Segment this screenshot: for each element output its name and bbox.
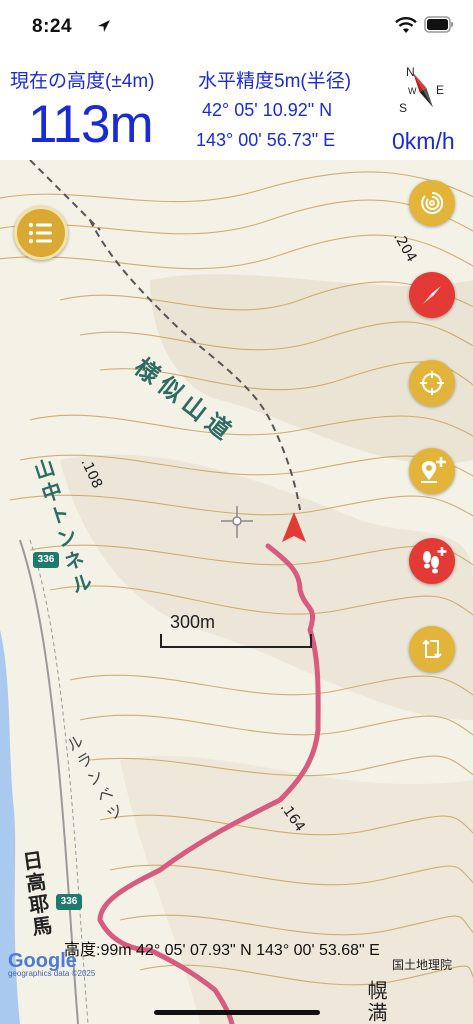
topo-map[interactable]: 様似山道 山中トンネル ルランベツ 日高耶馬 幌満 .204 .108 .164… bbox=[0, 160, 473, 1024]
compass-needle-icon bbox=[423, 286, 441, 304]
scale-label: 300m bbox=[170, 612, 216, 632]
svg-text:E: E bbox=[436, 83, 444, 97]
gsi-credit: 国土地理院 bbox=[392, 958, 453, 972]
svg-text:W: W bbox=[408, 86, 417, 96]
rotate-button[interactable] bbox=[409, 626, 455, 672]
add-place-button[interactable] bbox=[409, 448, 455, 494]
add-place-icon bbox=[421, 457, 446, 483]
scale-bar bbox=[160, 634, 312, 648]
locate-button[interactable] bbox=[409, 360, 455, 406]
google-attribution: geographics data ©2025 bbox=[8, 969, 96, 978]
info-header: 現在の高度(±4m) 113m 水平精度5m(半径) 42° 05' 10.92… bbox=[0, 56, 473, 160]
latitude-readout: 42° 05' 10.92" N bbox=[202, 100, 333, 120]
compass-rose-icon[interactable]: N S E W bbox=[396, 62, 450, 118]
speed-readout: 0km/h bbox=[392, 128, 455, 154]
accuracy-label: 水平精度5m(半径) bbox=[198, 71, 352, 92]
menu-button[interactable] bbox=[14, 206, 68, 260]
location-arrow-icon bbox=[98, 20, 110, 32]
route-shield: 336 bbox=[33, 552, 59, 568]
add-footprint-icon bbox=[423, 547, 447, 574]
menu-icon bbox=[28, 222, 52, 244]
locate-icon bbox=[420, 371, 444, 395]
route-shield: 336 bbox=[56, 894, 82, 910]
map-label-horoman: 幌満 bbox=[364, 980, 388, 1024]
battery-icon bbox=[424, 16, 453, 33]
svg-text:S: S bbox=[399, 101, 407, 115]
wifi-icon bbox=[395, 17, 417, 33]
altitude-value: 113m bbox=[28, 95, 154, 154]
add-footprint-button[interactable] bbox=[409, 538, 455, 584]
svg-text:N: N bbox=[406, 65, 415, 79]
home-indicator[interactable] bbox=[154, 1010, 320, 1015]
cursor-coordinates: 高度:99m 42° 05' 07.93" N 143° 00' 53.68" … bbox=[64, 942, 380, 959]
status-time: 8:24 bbox=[32, 16, 73, 37]
altitude-label: 現在の高度(±4m) bbox=[10, 71, 155, 92]
longitude-readout: 143° 00' 56.73" E bbox=[196, 130, 336, 150]
spiral-icon bbox=[421, 191, 444, 214]
compass-button[interactable] bbox=[409, 272, 455, 318]
spiral-button[interactable] bbox=[409, 180, 455, 226]
status-bar: 8:24 bbox=[0, 0, 473, 56]
rotate-icon bbox=[422, 639, 442, 659]
